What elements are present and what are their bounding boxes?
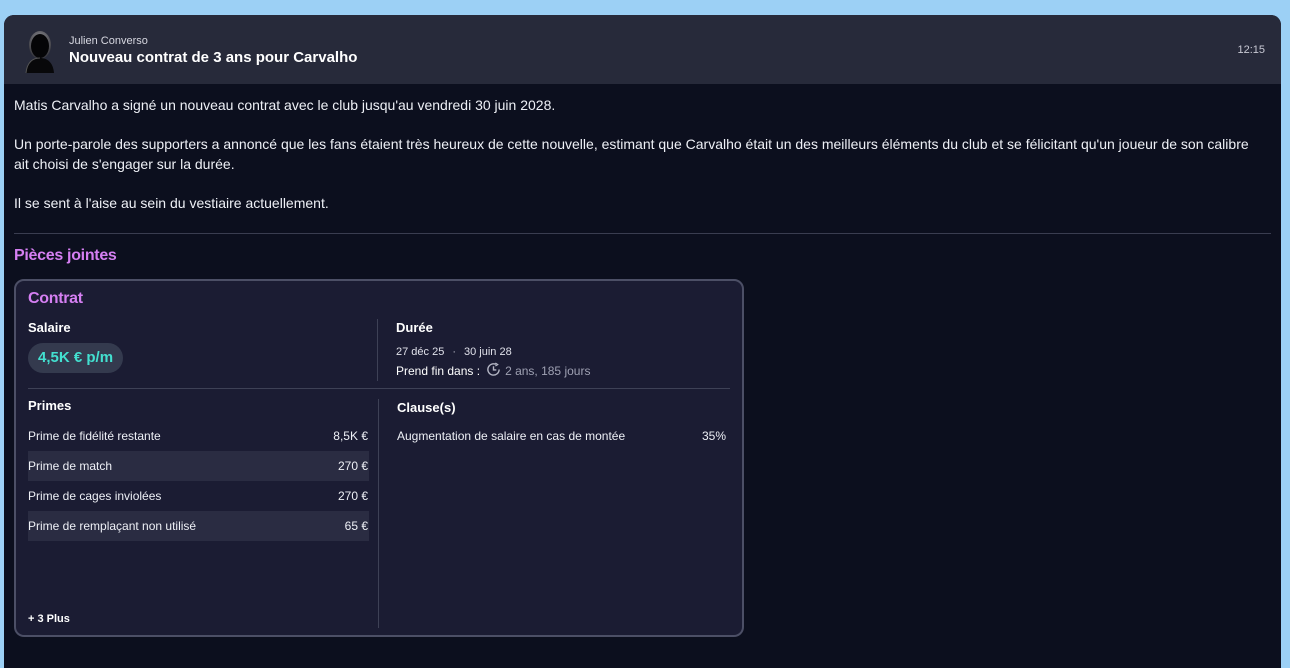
date-separator: · <box>452 346 456 358</box>
bonus-name: Prime de cages inviolées <box>28 489 162 503</box>
bonus-name: Prime de remplaçant non utilisé <box>28 519 197 533</box>
message-time: 12:15 <box>1237 44 1265 56</box>
sender-name: Julien Converso <box>69 35 148 47</box>
body-paragraph: Il se sent à l'aise au sein du vestiaire… <box>14 195 329 211</box>
clauses-label: Clause(s) <box>397 400 456 415</box>
section-divider <box>14 233 1271 234</box>
end-date: 30 juin 28 <box>464 346 512 358</box>
message-body: Matis Carvalho a signé un nouveau contra… <box>14 95 1254 232</box>
contract-dates: 27 déc 25 · 30 juin 28 <box>396 346 512 358</box>
duration-label: Durée <box>396 320 433 335</box>
contract-ends-in: Prend fin dans : 2 ans, 185 jours <box>396 362 590 380</box>
contract-card[interactable]: Contrat Salaire 4,5K € p/m Durée 27 déc … <box>14 279 744 637</box>
bonus-row: Prime de remplaçant non utilisé 65 € <box>28 511 369 541</box>
salary-label: Salaire <box>28 320 71 335</box>
column-divider <box>378 399 379 628</box>
remaining-duration: 2 ans, 185 jours <box>505 364 591 378</box>
attachments-title: Pièces jointes <box>14 247 117 264</box>
clock-icon <box>486 362 501 380</box>
clause-name: Augmentation de salaire en cas de montée <box>397 429 626 443</box>
bonus-value: 270 € <box>337 489 368 503</box>
contract-title: Contrat <box>28 290 83 307</box>
body-paragraph: Un porte-parole des supporters a annoncé… <box>14 136 1249 172</box>
bonus-row: Prime de fidélité restante 8,5K € <box>28 421 369 451</box>
salary-value: 4,5K € p/m <box>28 343 124 373</box>
bonus-row: Prime de match 270 € <box>28 451 369 481</box>
column-divider <box>377 319 378 381</box>
bonus-value: 8,5K € <box>333 429 368 443</box>
body-paragraph: Matis Carvalho a signé un nouveau contra… <box>14 97 556 113</box>
bonuses-label: Primes <box>28 398 72 413</box>
start-date: 27 déc 25 <box>396 346 445 358</box>
bonus-name: Prime de match <box>28 459 113 473</box>
message-header: Julien Converso Nouveau contrat de 3 ans… <box>4 15 1281 84</box>
clause-row: Augmentation de salaire en cas de montée… <box>397 429 726 443</box>
sender-avatar-icon[interactable] <box>21 29 59 74</box>
more-bonuses-button[interactable]: + 3 Plus <box>28 613 70 625</box>
bonus-name: Prime de fidélité restante <box>28 429 161 443</box>
bonus-value: 65 € <box>344 519 368 533</box>
clause-value: 35% <box>701 429 726 443</box>
bonus-value: 270 € <box>337 459 368 473</box>
message-subject: Nouveau contrat de 3 ans pour Carvalho <box>69 49 358 66</box>
bonus-row: Prime de cages inviolées 270 € <box>28 481 369 511</box>
row-divider <box>28 388 730 389</box>
message-window: Julien Converso Nouveau contrat de 3 ans… <box>4 15 1281 668</box>
ends-in-label: Prend fin dans : <box>396 364 481 378</box>
